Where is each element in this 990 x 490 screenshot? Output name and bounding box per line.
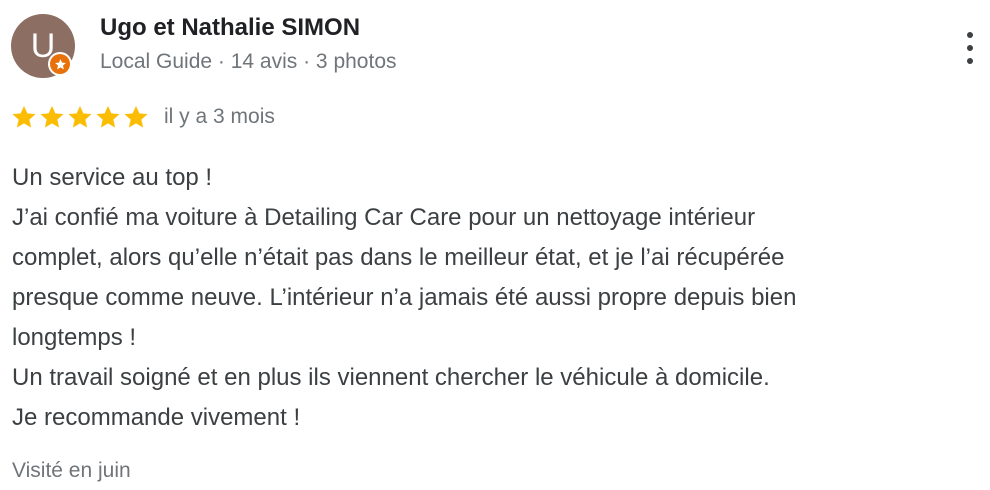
review-text-line: J’ai confié ma voiture à Detailing Car C…: [12, 204, 756, 231]
review-text-line: presque comme neuve. L’intérieur n’a jam…: [12, 284, 797, 311]
star-icon: [96, 105, 120, 128]
review-date: il y a 3 mois: [164, 105, 275, 128]
more-vert-icon: [967, 32, 973, 38]
star-icon: [40, 105, 64, 128]
review-text: Un service au top ! J’ai confié ma voitur…: [12, 158, 972, 438]
review-text-line: longtemps !: [12, 324, 137, 351]
star-rating: [11, 104, 149, 130]
visit-info: Visité en juin: [12, 459, 131, 482]
reviewer-name[interactable]: Ugo et Nathalie SIMON: [100, 14, 360, 42]
review-card: U Ugo et Nathalie SIMON Local Guide · 14…: [0, 0, 990, 490]
star-icon: [12, 105, 36, 128]
rating-row: il y a 3 mois: [11, 103, 275, 131]
local-guide-badge-icon: [48, 52, 72, 76]
review-text-line: Un service au top !: [12, 164, 213, 191]
review-text-line: Un travail soigné et en plus ils viennen…: [12, 364, 770, 391]
star-icon: [124, 105, 148, 128]
star-icon: [68, 105, 92, 128]
more-vert-icon-dot: [967, 58, 973, 64]
review-text-line: Je recommande vivement !: [12, 404, 301, 431]
review-text-line: complet, alors qu’elle n’était pas dans …: [12, 244, 785, 271]
more-vert-icon-dot: [967, 45, 973, 51]
reviewer-meta: Local Guide · 14 avis · 3 photos: [100, 50, 397, 73]
more-options-button[interactable]: [952, 26, 988, 70]
